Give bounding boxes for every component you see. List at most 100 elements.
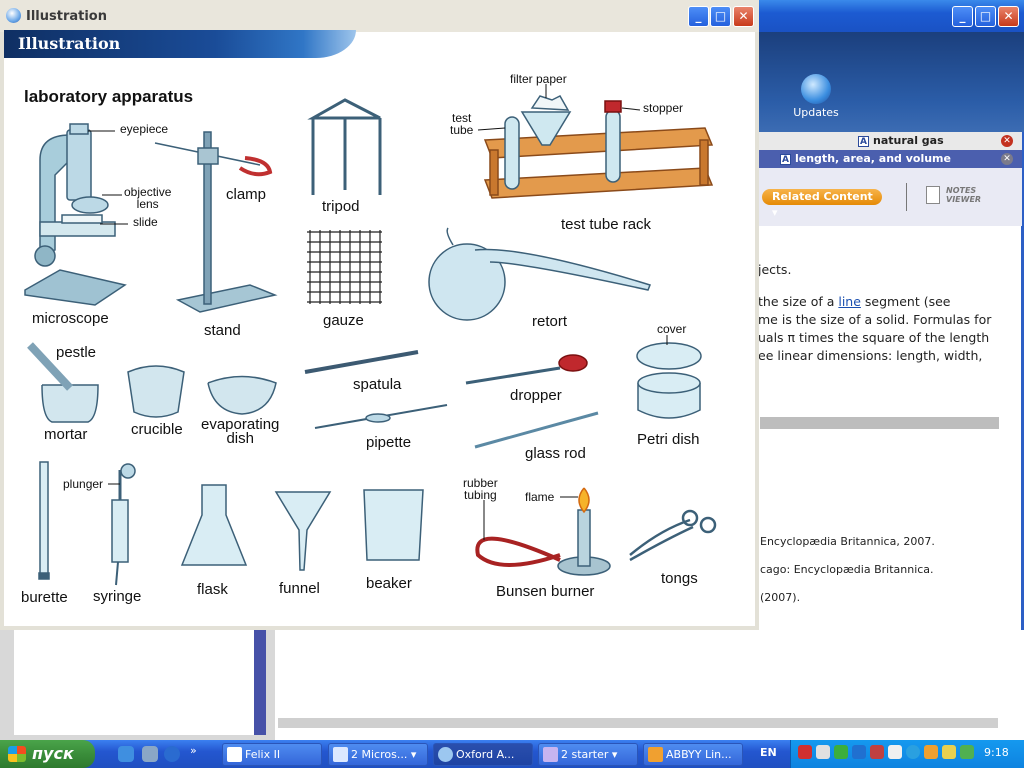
minimize-button[interactable]: _ <box>952 6 973 27</box>
citation: cago: Encyclopædia Britannica. <box>760 563 934 576</box>
microscope-drawing <box>24 123 127 306</box>
label-stopper: stopper <box>643 101 684 115</box>
maximize-button[interactable]: □ <box>975 6 996 27</box>
article-icon: A <box>858 136 869 147</box>
alert-icon[interactable] <box>870 745 884 759</box>
label-microscope: microscope <box>32 310 109 327</box>
task-abbyy[interactable]: ABBYY Lin... <box>643 743 743 766</box>
label-glass-rod: glass rod <box>525 445 586 462</box>
network-icon[interactable] <box>142 746 158 762</box>
task-oxford[interactable]: Oxford A... <box>433 743 533 766</box>
apparatus-drawings <box>24 84 717 586</box>
stand-drawing <box>154 131 278 313</box>
close-button[interactable]: ✕ <box>998 6 1019 27</box>
label-syringe: syringe <box>93 588 142 605</box>
funnel-drawing <box>274 491 332 571</box>
label-petri-dish: Petri dish <box>637 431 700 448</box>
line-link[interactable]: line <box>838 294 861 309</box>
label-pestle: pestle <box>56 344 97 361</box>
update-icon[interactable] <box>906 745 920 759</box>
notes-icon[interactable] <box>926 186 940 204</box>
label-burette: burette <box>21 589 68 606</box>
left-pane-scrollbar[interactable] <box>254 630 266 735</box>
label-test-tube: test tube <box>450 111 474 137</box>
citation: Encyclopædia Britannica, 2007. <box>760 535 935 548</box>
flask-drawing <box>180 484 248 566</box>
network-status-icon[interactable] <box>834 745 848 759</box>
tab-length-area-volume[interactable]: Alength, area, and volume <box>758 150 1022 168</box>
related-content-button[interactable]: Related Content ▾ <box>762 189 882 219</box>
task-word[interactable]: 2 Micros... ▾ <box>328 743 428 766</box>
article-icon: A <box>780 154 791 165</box>
label-spatula: spatula <box>353 376 402 393</box>
beaker-drawing <box>363 489 424 561</box>
settings-icon[interactable] <box>816 745 830 759</box>
label-pipette: pipette <box>366 434 412 451</box>
tongs-drawing <box>629 509 717 562</box>
label-eyepiece: eyepiece <box>120 122 169 136</box>
tab-label: length, area, and volume <box>795 152 951 165</box>
task-starter[interactable]: 2 starter ▾ <box>538 743 638 766</box>
body-text-line: the size of a line segment (see <box>758 294 951 309</box>
syringe-drawing <box>111 463 136 586</box>
retort-drawing <box>428 227 651 321</box>
windows-flag-icon <box>8 746 26 762</box>
label-retort: retort <box>532 313 568 330</box>
media-player-icon[interactable] <box>164 746 180 762</box>
horizontal-scrollbar[interactable] <box>278 718 998 728</box>
close-tab-icon[interactable]: ✕ <box>1001 135 1013 147</box>
pencil-icon[interactable] <box>942 745 956 759</box>
label-flame: flame <box>525 490 555 504</box>
globe-icon <box>438 747 453 762</box>
label-slide: slide <box>133 215 158 229</box>
close-tab-icon[interactable]: ✕ <box>1001 153 1013 165</box>
body-text-line: me is the size of a solid. Formulas for <box>758 312 992 327</box>
notes-viewer-label[interactable]: NOTES VIEWER <box>946 186 981 204</box>
evaporating-dish-drawing <box>207 375 277 415</box>
label-tripod: tripod <box>322 198 360 215</box>
label-funnel: funnel <box>279 580 320 597</box>
volume-icon[interactable] <box>852 745 866 759</box>
label-evaporating-dish: evaporating dish <box>201 416 280 447</box>
abbyy-icon <box>648 747 663 762</box>
clock[interactable]: 9:18 <box>984 746 1009 759</box>
language-indicator[interactable]: EN <box>760 746 777 759</box>
crucible-drawing <box>127 365 185 418</box>
label-flask: flask <box>197 581 228 598</box>
updates-label[interactable]: Updates <box>790 106 842 119</box>
label-dropper: dropper <box>510 387 562 404</box>
dropper-drawing <box>465 354 588 385</box>
safe-remove-icon[interactable] <box>960 745 974 759</box>
label-crucible: crucible <box>131 421 183 438</box>
label-stand: stand <box>204 322 241 339</box>
label-gauze: gauze <box>323 312 364 329</box>
label-rubber-tubing: rubber tubing <box>463 476 498 502</box>
glass-rod-drawing <box>474 411 599 449</box>
label-tongs: tongs <box>661 570 698 587</box>
task-felix[interactable]: Felix II <box>222 743 322 766</box>
tab-natural-gas[interactable]: Anatural gas <box>758 132 1022 150</box>
abbyy-tray-icon[interactable] <box>924 745 938 759</box>
monitor-icon[interactable] <box>888 745 902 759</box>
gauze-drawing <box>307 230 382 304</box>
label-clamp: clamp <box>226 186 267 203</box>
pipette-drawing <box>314 404 448 429</box>
label-test-tube-rack: test tube rack <box>561 216 652 233</box>
word-icon <box>333 747 348 762</box>
divider <box>906 183 907 211</box>
body-text-line: jects. <box>758 262 792 277</box>
spatula-drawing <box>304 350 419 374</box>
label-mortar: mortar <box>44 426 88 443</box>
updates-globe-icon[interactable] <box>801 74 831 104</box>
tab-label: natural gas <box>873 134 944 147</box>
ie-icon[interactable] <box>118 746 134 762</box>
label-objective-lens: objective lens <box>124 185 172 211</box>
citation: (2007). <box>760 591 801 604</box>
label-beaker: beaker <box>366 575 412 592</box>
label-cover: cover <box>657 322 687 336</box>
section-bar <box>760 417 999 429</box>
felix-icon <box>227 747 242 762</box>
shield-icon[interactable] <box>798 745 812 759</box>
chevron-right-icon[interactable]: » <box>190 744 197 757</box>
tripod-drawing <box>307 98 382 195</box>
